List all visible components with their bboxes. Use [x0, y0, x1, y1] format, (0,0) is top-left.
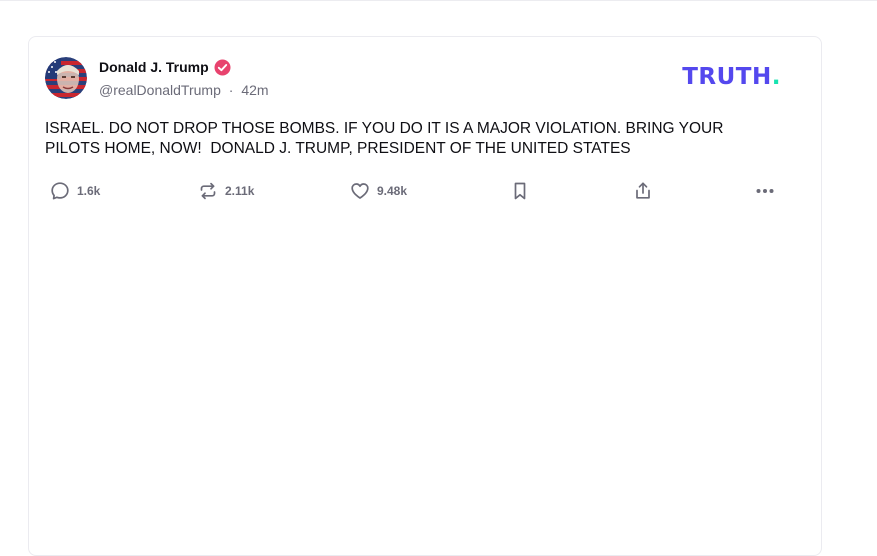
like-button[interactable]: 9.48k [349, 179, 407, 203]
avatar-image [45, 57, 87, 99]
post-actions: 1.6k 2.11k 9.48k [49, 179, 789, 203]
avatar[interactable] [45, 57, 87, 99]
reply-icon [49, 180, 71, 202]
logo-text: TRUTH [682, 64, 772, 90]
heart-icon [349, 180, 371, 202]
like-count: 9.48k [377, 184, 408, 198]
more-options-button[interactable] [754, 179, 776, 203]
share-icon [632, 180, 654, 202]
meta-separator: · [228, 82, 234, 98]
post-timestamp[interactable]: 42m [241, 82, 268, 98]
post-card: Donald J. Trump @realDonaldTrump · 42m T… [28, 36, 822, 556]
logo-dot: . [771, 64, 781, 90]
verified-badge-icon [214, 59, 231, 76]
author-row: Donald J. Trump [99, 57, 231, 77]
share-button[interactable] [632, 179, 654, 203]
retruth-button[interactable]: 2.11k [197, 179, 254, 203]
reply-button[interactable]: 1.6k [49, 179, 100, 203]
top-divider [0, 0, 877, 1]
more-icon [754, 180, 776, 202]
bookmark-button[interactable] [509, 179, 531, 203]
retruth-icon [197, 180, 219, 202]
author-handle[interactable]: @realDonaldTrump [99, 82, 221, 98]
handle-row: @realDonaldTrump · 42m [99, 82, 269, 98]
reply-count: 1.6k [77, 184, 101, 198]
truth-logo[interactable]: TRUTH. [682, 64, 781, 90]
bookmark-icon [509, 180, 531, 202]
author-name[interactable]: Donald J. Trump [99, 59, 209, 75]
retruth-count: 2.11k [225, 184, 255, 198]
post-body: ISRAEL. DO NOT DROP THOSE BOMBS. IF YOU … [45, 120, 728, 157]
